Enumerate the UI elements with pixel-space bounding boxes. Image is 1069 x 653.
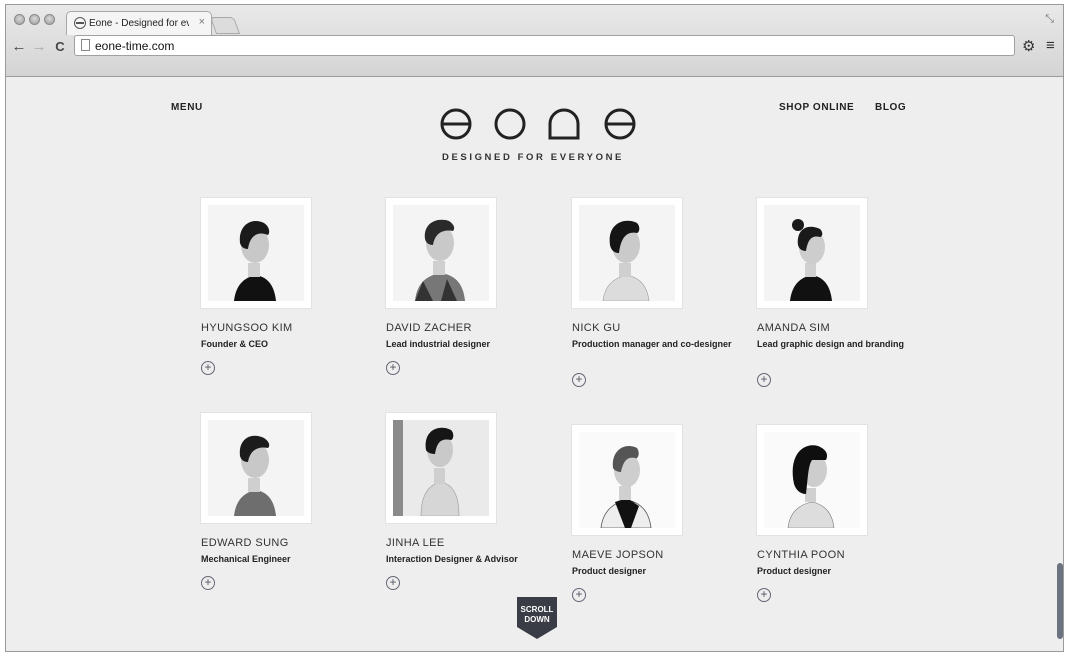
forward-button[interactable]: → [31,38,47,55]
member-name: EDWARD SUNG [201,537,289,549]
member-photo[interactable] [201,413,311,523]
expand-plus-icon[interactable]: + [572,373,586,387]
web-page: MENU SHOP ONLINE BLOG DESIGNED FOR EVERY… [6,78,1063,651]
member-role: Mechanical Engineer [201,554,291,564]
url-text[interactable]: eone-time.com [95,39,174,53]
scroll-down-button[interactable]: SCROLL DOWN [515,595,559,641]
member-role: Production manager and co-designer [572,339,732,349]
member-role: Product designer [757,566,832,576]
member-photo[interactable] [572,425,682,535]
back-button[interactable]: ← [11,38,27,55]
member-photo[interactable] [386,198,496,308]
address-bar[interactable]: eone-time.com [74,35,1015,56]
member-name: AMANDA SIM [757,322,831,334]
blog-link[interactable]: BLOG [875,102,906,113]
shop-online-link[interactable]: SHOP ONLINE [779,102,854,113]
portrait-image [234,221,276,301]
browser-tab[interactable]: Eone - Designed for everyone × [66,11,212,35]
eone-logo[interactable] [439,106,639,142]
expand-plus-icon[interactable]: + [386,576,400,590]
member-photo[interactable] [757,198,867,308]
expand-plus-icon[interactable]: + [386,361,400,375]
member-name: HYUNGSOO KIM [201,322,293,334]
expand-plus-icon[interactable]: + [201,576,215,590]
member-name: NICK GU [572,322,621,334]
brand-tagline: DESIGNED FOR EVERYONE [442,152,624,163]
member-role: Lead graphic design and branding [757,339,905,349]
portrait-image [790,219,832,301]
portrait-image [415,219,465,301]
expand-plus-icon[interactable]: + [757,373,771,387]
tab-title: Eone - Designed for everyone [89,18,189,29]
fullscreen-icon[interactable]: ⤡ [1045,13,1054,26]
browser-window: Eone - Designed for everyone × ⤡ ← → C e… [5,4,1064,652]
page-scrollbar[interactable] [1057,563,1063,639]
expand-plus-icon[interactable]: + [201,361,215,375]
zoom-window-button[interactable] [44,14,55,25]
expand-plus-icon[interactable]: + [757,588,771,602]
member-photo[interactable] [201,198,311,308]
scroll-label-line1: SCROLL [520,605,554,614]
new-tab-button[interactable] [209,17,241,34]
member-role: Founder & CEO [201,339,268,349]
portrait-image [393,420,460,516]
portrait-image [602,220,650,301]
page-icon [81,39,90,51]
settings-gear-icon[interactable]: ⚙ [1022,37,1035,55]
portrait-image [787,445,835,528]
reload-button[interactable]: C [52,39,68,54]
member-name: MAEVE JOPSON [572,549,664,561]
minimize-window-button[interactable] [29,14,40,25]
close-window-button[interactable] [14,14,25,25]
member-role: Product designer [572,566,647,576]
menu-link[interactable]: MENU [171,102,203,113]
scroll-label-line2: DOWN [524,615,550,624]
member-role: Interaction Designer & Advisor [386,554,518,564]
eone-favicon-icon [74,17,86,29]
member-photo[interactable] [386,413,496,523]
browser-toolbar: Eone - Designed for everyone × ⤡ ← → C e… [6,5,1063,77]
member-name: DAVID ZACHER [386,322,472,334]
portrait-image [600,446,652,528]
member-name: CYNTHIA POON [757,549,845,561]
close-tab-icon[interactable]: × [199,16,205,28]
member-photo[interactable] [572,198,682,308]
member-photo[interactable] [757,425,867,535]
member-name: JINHA LEE [386,537,445,549]
expand-plus-icon[interactable]: + [572,588,586,602]
browser-menu-icon[interactable]: ≡ [1046,37,1055,54]
member-role: Lead industrial designer [386,339,491,349]
portrait-image [234,435,276,516]
